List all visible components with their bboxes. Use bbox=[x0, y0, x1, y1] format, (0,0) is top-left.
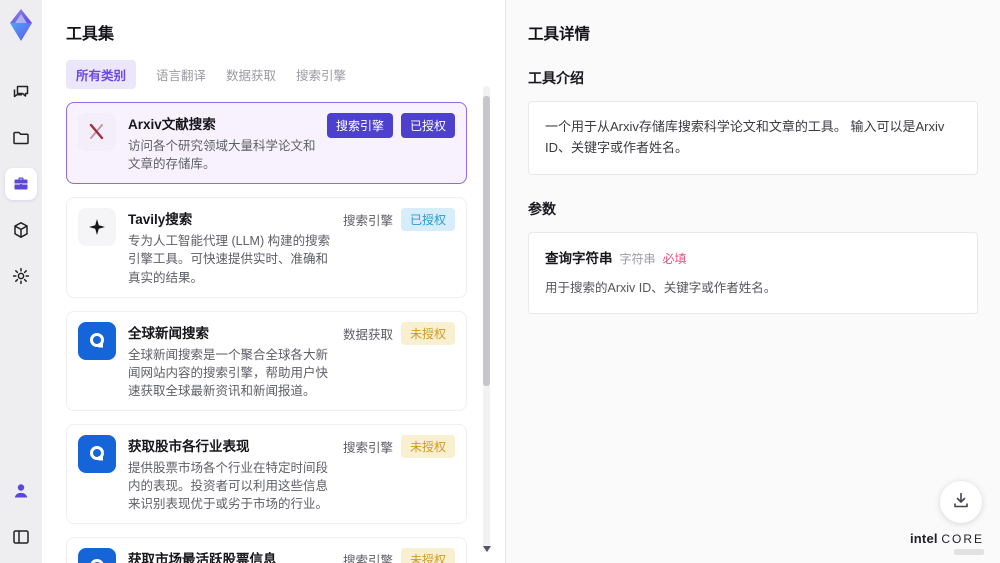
intro-section-title: 工具介绍 bbox=[528, 70, 584, 86]
detail-title: 工具详情 bbox=[528, 26, 591, 43]
sidebar-item-account[interactable] bbox=[5, 475, 37, 507]
tool-card-arxiv[interactable]: Arxiv文献搜索 访问各个研究领域大量科学论文和文章的存储库。 搜索引擎 已授… bbox=[66, 102, 467, 185]
tool-card-global-news[interactable]: 全球新闻搜索 全球新闻搜索是一个聚合全球各大新闻网站内容的搜索引擎，帮助用户快速… bbox=[66, 310, 467, 411]
intel-logo-text: intel bbox=[909, 530, 938, 546]
app-window: 工具集 所有类别 语言翻译 数据获取 搜索引擎 Arxiv文献搜索 访问各个研究… bbox=[0, 0, 1000, 563]
left-rail bbox=[0, 0, 42, 563]
gear-icon bbox=[11, 266, 31, 286]
intro-box: 一个用于从Arxiv存储库搜索科学论文和文章的工具。 输入可以是Arxiv ID… bbox=[528, 101, 978, 175]
folder-icon bbox=[11, 128, 31, 148]
tool-name: Tavily搜索 bbox=[128, 212, 193, 228]
panel-toggle-icon bbox=[11, 527, 31, 547]
download-icon bbox=[951, 490, 971, 515]
tool-card-tavily[interactable]: Tavily搜索 专为人工智能代理 (LLM) 构建的搜索引擎工具。可快速提供实… bbox=[66, 197, 467, 298]
tab-data-acquisition[interactable]: 数据获取 bbox=[226, 60, 276, 89]
sidebar-item-folder[interactable] bbox=[5, 122, 37, 154]
param-required-badge: 必填 bbox=[662, 251, 687, 266]
arxiv-logo-icon bbox=[78, 113, 116, 151]
category-badge: 数据获取 bbox=[342, 327, 393, 342]
scrollbar-down-arrow-icon[interactable] bbox=[483, 546, 491, 552]
news-q-icon bbox=[78, 435, 116, 473]
news-q-icon bbox=[78, 321, 116, 360]
category-badge: 搜索引擎 bbox=[342, 214, 393, 229]
user-icon bbox=[11, 481, 31, 501]
status-badge: 未授权 bbox=[400, 321, 455, 345]
tool-description: 专为人工智能代理 (LLM) 构建的搜索引擎工具。可快速提供实时、准确和真实的结… bbox=[128, 234, 331, 285]
sidebar-item-packages[interactable] bbox=[5, 214, 37, 246]
sidebar-item-toolbox[interactable] bbox=[5, 168, 37, 200]
page-title: 工具集 bbox=[66, 26, 115, 43]
tab-search-engine[interactable]: 搜索引擎 bbox=[296, 60, 346, 89]
intro-text: 一个用于从Arxiv存储库搜索科学论文和文章的工具。 输入可以是Arxiv ID… bbox=[545, 119, 945, 155]
param-description: 用于搜索的Arxiv ID、关键字或作者姓名。 bbox=[545, 281, 777, 296]
tool-list-scrollbar[interactable] bbox=[483, 86, 491, 552]
category-badge: 搜索引擎 bbox=[342, 554, 393, 563]
sidebar-item-collapse[interactable] bbox=[5, 521, 37, 553]
tavily-star-icon bbox=[78, 208, 116, 247]
param-type: 字符串 bbox=[619, 251, 656, 266]
gem-logo-icon bbox=[6, 8, 36, 42]
status-badge: 已授权 bbox=[400, 208, 455, 232]
sidebar-item-settings[interactable] bbox=[5, 260, 37, 292]
core-logo-text: CORE bbox=[941, 531, 984, 546]
cube-icon bbox=[11, 220, 31, 240]
params-section-title: 参数 bbox=[528, 200, 556, 217]
tool-card-most-active-stocks[interactable]: 获取市场最活跃股票信息 提供当天交易量最高的股票列表，投资者可以利用这些信息来识… bbox=[66, 537, 467, 563]
tool-name: Arxiv文献搜索 bbox=[128, 117, 216, 132]
tab-language-translation[interactable]: 语言翻译 bbox=[156, 60, 206, 89]
param-name: 查询字符串 bbox=[545, 250, 613, 266]
chat-icon bbox=[11, 82, 31, 102]
tool-description: 全球新闻搜索是一个聚合全球各大新闻网站内容的搜索引擎，帮助用户快速获取全球最新资… bbox=[128, 347, 329, 398]
tool-detail-panel: 工具详情 工具介绍 一个用于从Arxiv存储库搜索科学论文和文章的工具。 输入可… bbox=[506, 0, 1000, 563]
tool-name: 获取市场最活跃股票信息 bbox=[128, 552, 277, 563]
download-button[interactable] bbox=[940, 481, 982, 523]
tool-name: 获取股市各行业表现 bbox=[128, 439, 250, 454]
tool-name: 全球新闻搜索 bbox=[128, 325, 209, 341]
scrollbar-thumb[interactable] bbox=[483, 96, 490, 386]
status-badge: 已授权 bbox=[400, 113, 455, 138]
category-badge: 搜索引擎 bbox=[342, 441, 393, 455]
intel-core-logo: intel CORE bbox=[909, 530, 984, 555]
tools-panel: 工具集 所有类别 语言翻译 数据获取 搜索引擎 Arxiv文献搜索 访问各个研究… bbox=[42, 0, 506, 563]
sidebar-item-chat[interactable] bbox=[5, 76, 37, 108]
tool-description: 提供股票市场各个行业在特定时间段内的表现。投资者可以利用这些信息来识别表现优于或… bbox=[128, 461, 329, 512]
news-q-icon bbox=[78, 548, 116, 563]
tool-card-sector-performance[interactable]: 获取股市各行业表现 提供股票市场各个行业在特定时间段内的表现。投资者可以利用这些… bbox=[66, 424, 467, 525]
tab-all-categories[interactable]: 所有类别 bbox=[66, 60, 137, 89]
briefcase-icon bbox=[11, 174, 31, 194]
brand-subtext-blur bbox=[954, 549, 984, 555]
category-tabs: 所有类别 语言翻译 数据获取 搜索引擎 bbox=[66, 60, 481, 89]
tool-list: Arxiv文献搜索 访问各个研究领域大量科学论文和文章的存储库。 搜索引擎 已授… bbox=[66, 102, 481, 563]
tool-description: 访问各个研究领域大量科学论文和文章的存储库。 bbox=[128, 139, 316, 172]
category-badge: 搜索引擎 bbox=[326, 113, 393, 138]
param-box: 查询字符串 字符串 必填 用于搜索的Arxiv ID、关键字或作者姓名。 bbox=[528, 231, 978, 315]
status-badge: 未授权 bbox=[400, 548, 455, 563]
status-badge: 未授权 bbox=[400, 435, 455, 458]
